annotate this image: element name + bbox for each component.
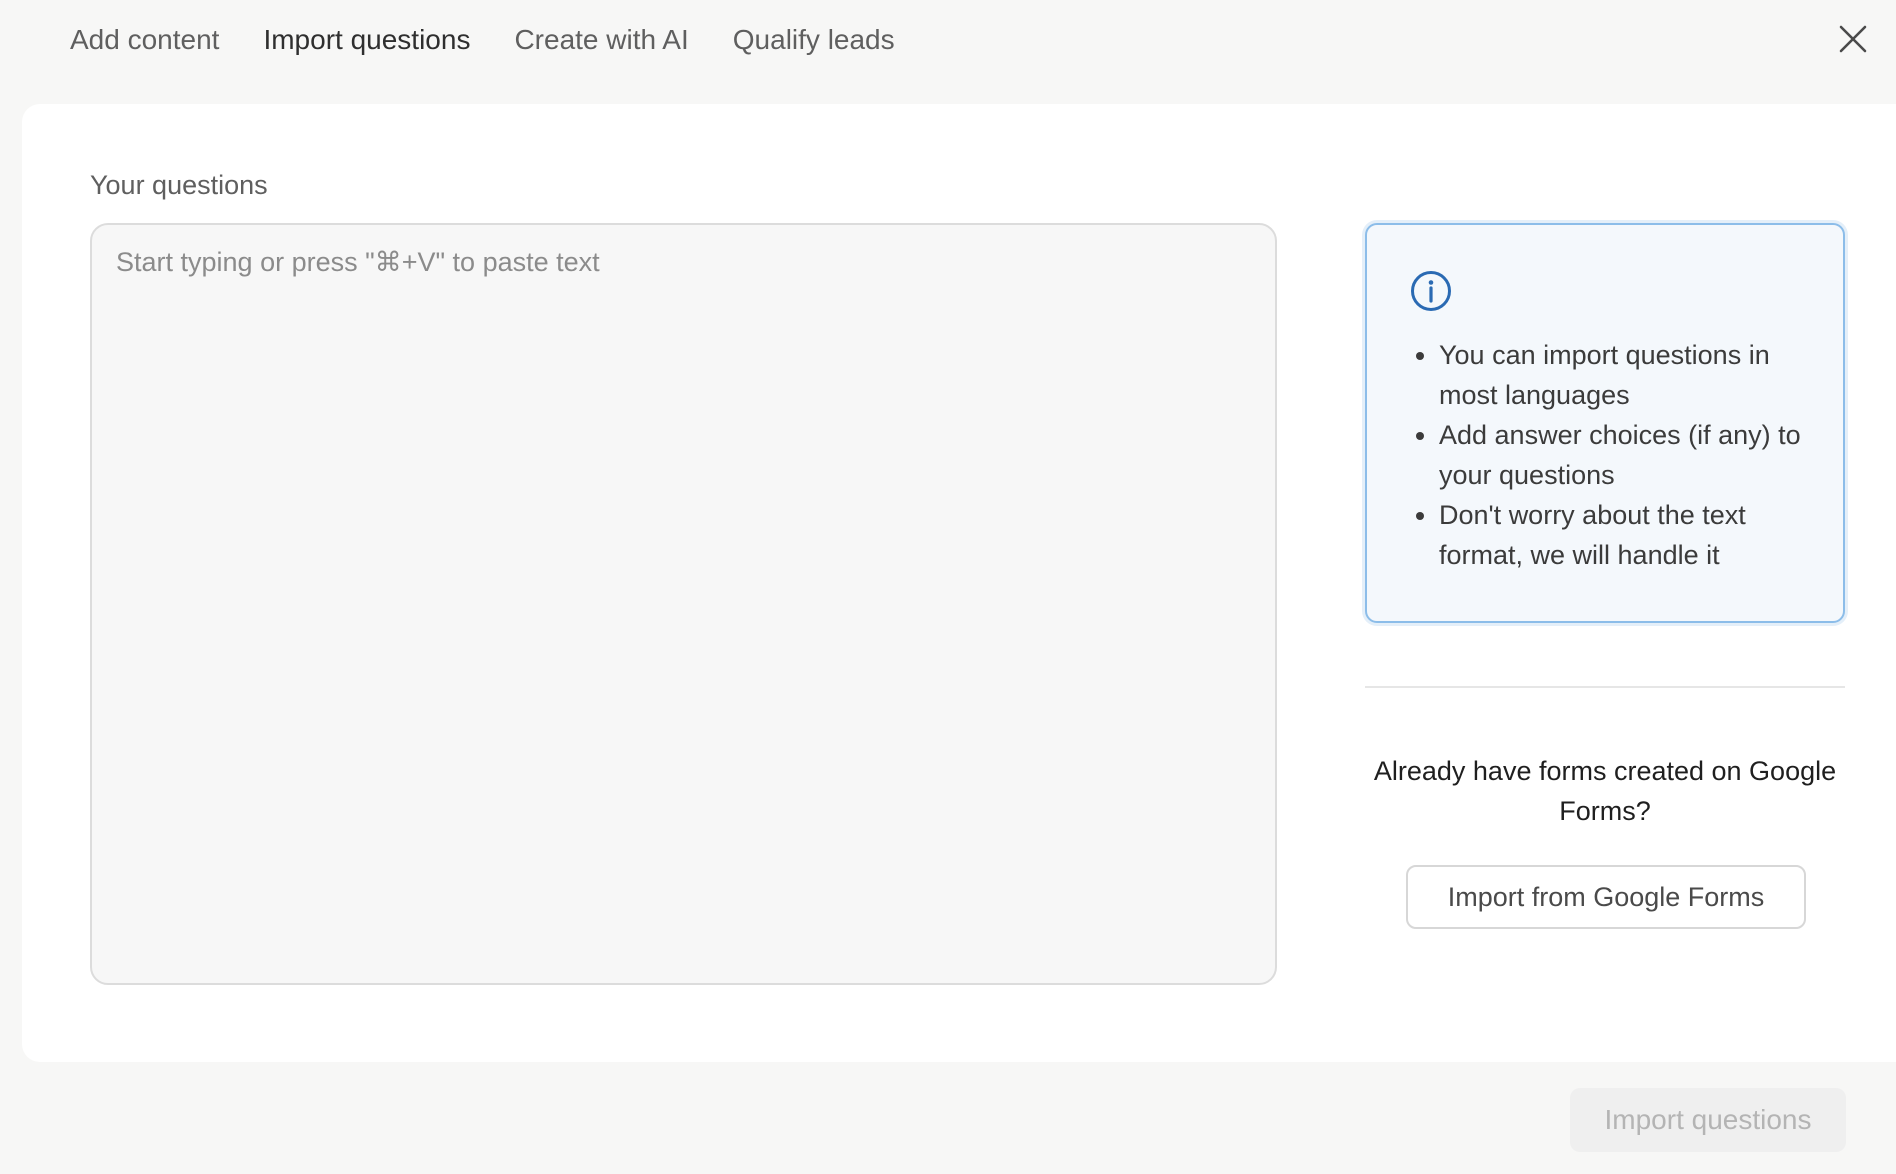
google-forms-prompt: Already have forms created on Google For… <box>1373 756 1837 826</box>
close-button[interactable] <box>1832 18 1874 60</box>
divider <box>1365 686 1845 688</box>
tips-list: You can import questions in most languag… <box>1409 335 1813 575</box>
questions-label: Your questions <box>90 170 268 200</box>
tip-item: Don't worry about the text format, we wi… <box>1439 495 1813 575</box>
info-box: You can import questions in most languag… <box>1365 223 1845 623</box>
tip-item: Add answer choices (if any) to your ques… <box>1439 415 1813 495</box>
tip-item: You can import questions in most languag… <box>1439 335 1813 415</box>
info-circle-icon <box>1411 271 1451 311</box>
import-panel: Your questions You can import questions … <box>22 104 1896 1062</box>
questions-textarea[interactable] <box>90 223 1277 985</box>
top-tabs: Add content Import questions Create with… <box>48 0 917 80</box>
tab-qualify-leads[interactable]: Qualify leads <box>711 0 917 80</box>
tab-create-with-ai[interactable]: Create with AI <box>492 0 710 80</box>
import-from-google-forms-button[interactable]: Import from Google Forms <box>1406 865 1806 929</box>
tab-import-questions[interactable]: Import questions <box>241 0 492 80</box>
import-questions-button[interactable]: Import questions <box>1570 1088 1846 1152</box>
tab-add-content[interactable]: Add content <box>48 0 241 80</box>
close-icon <box>1839 25 1867 53</box>
